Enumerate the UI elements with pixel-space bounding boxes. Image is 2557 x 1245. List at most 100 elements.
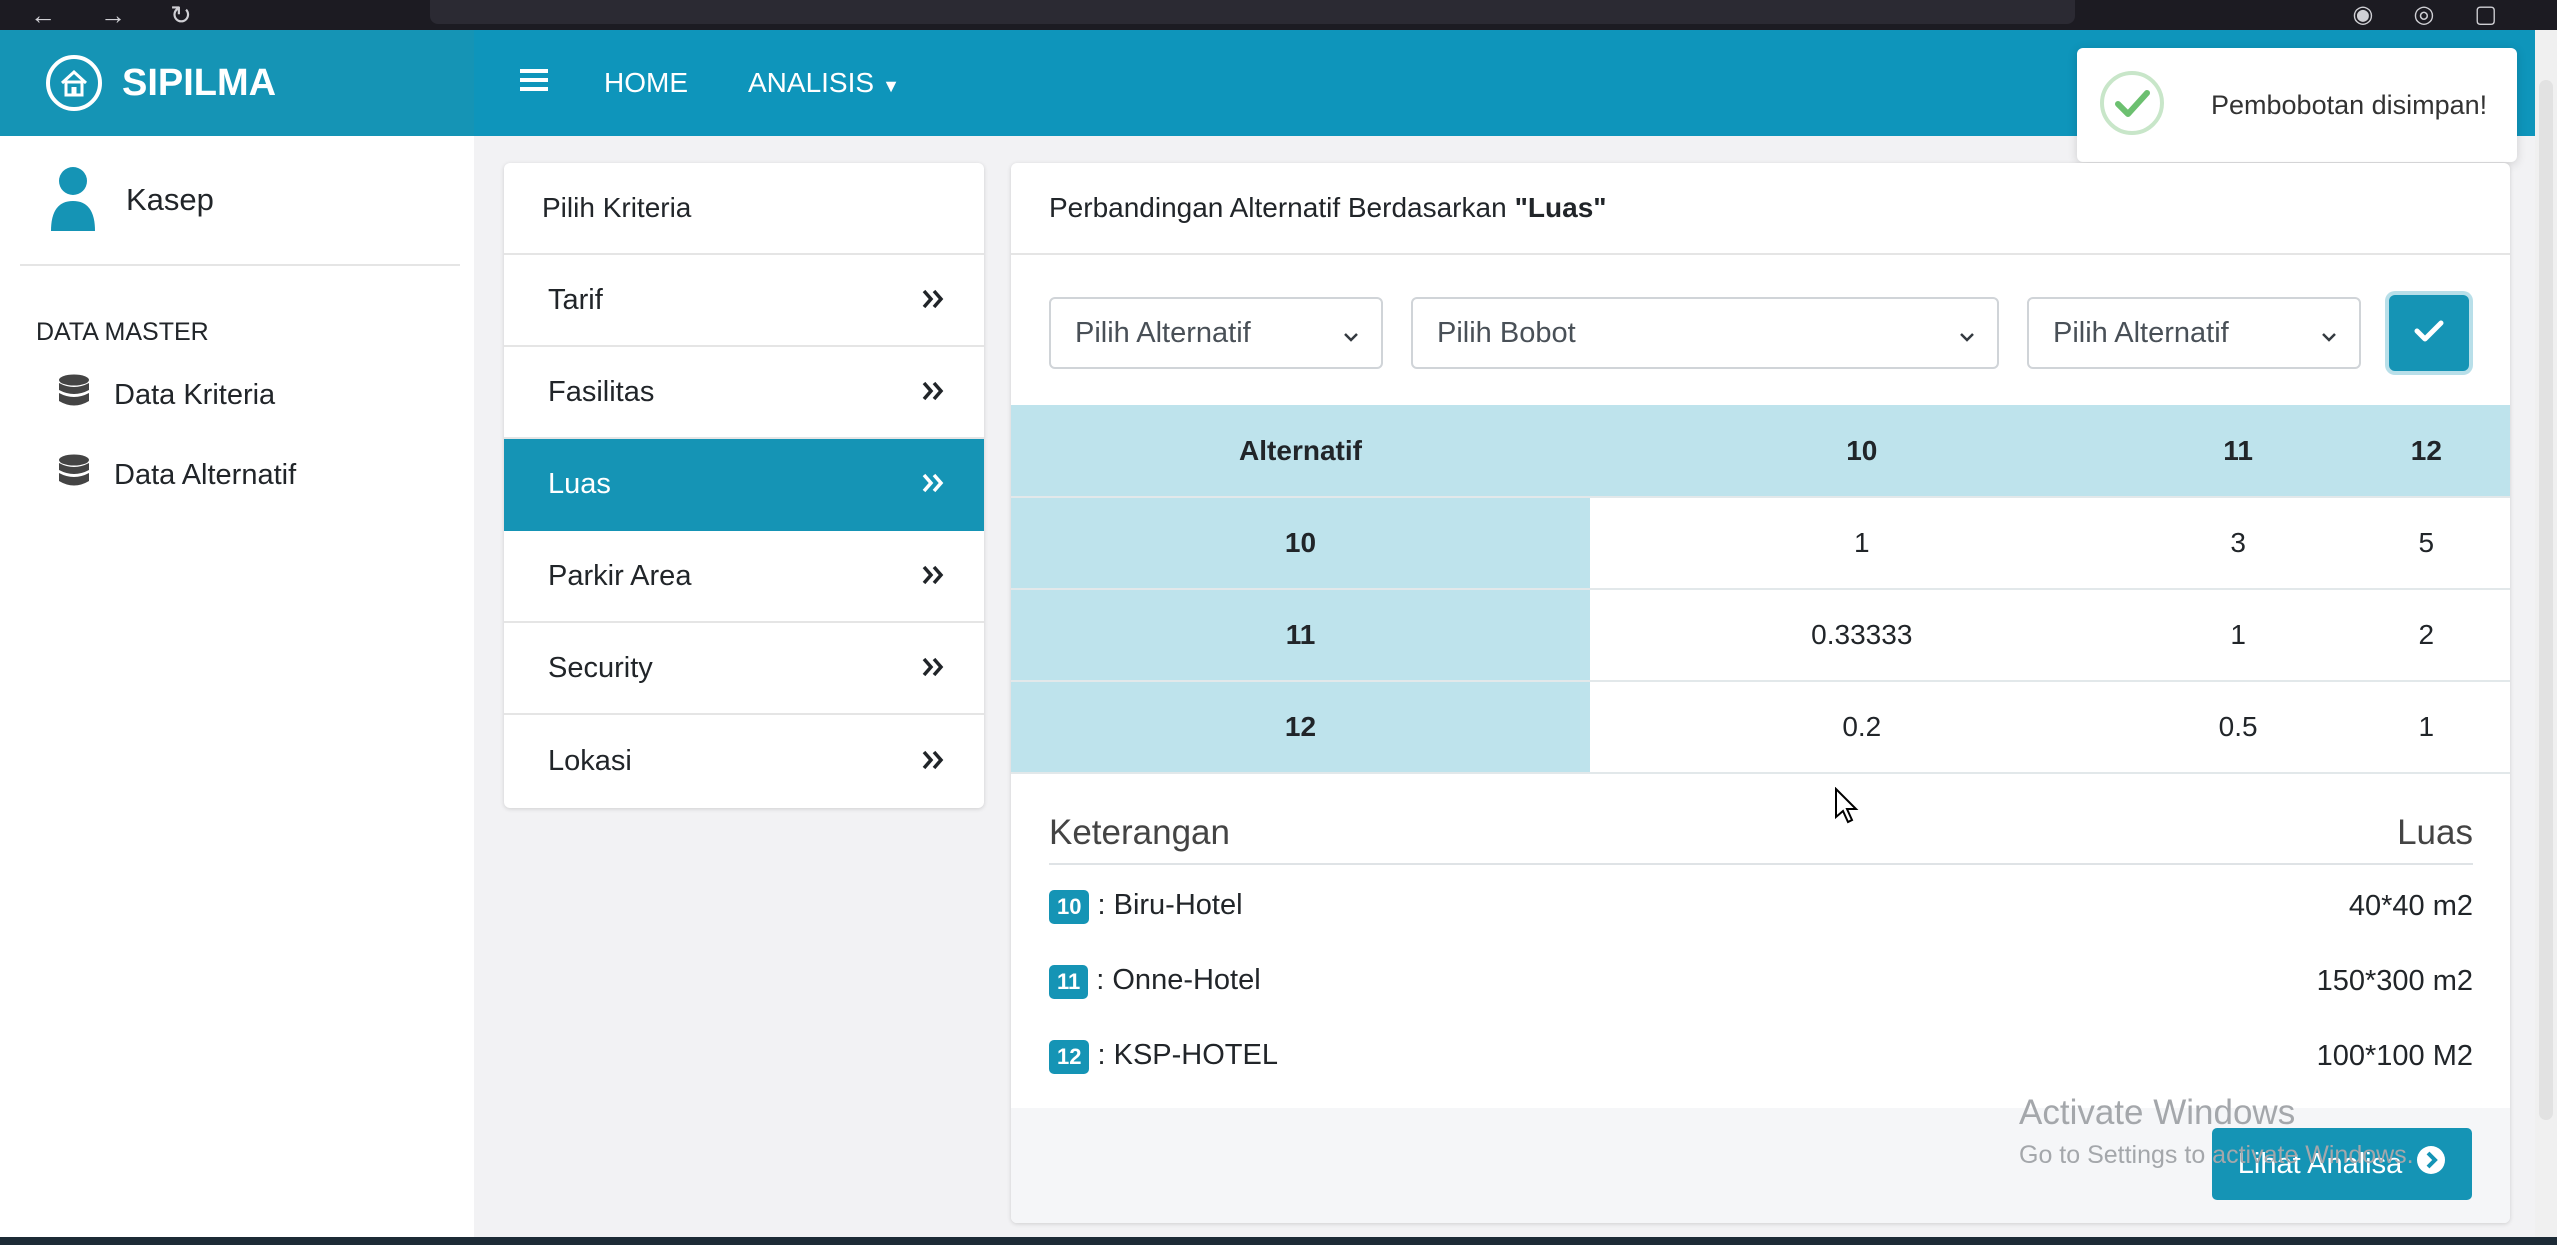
matrix-cell: 0.2 <box>1590 681 2134 774</box>
scrollbar-thumb[interactable] <box>2539 80 2553 1120</box>
chevron-double-right-icon <box>922 468 944 501</box>
comparison-matrix: Alternatif 10 11 12 10 1 3 5 11 0.33333 … <box>1011 405 2510 774</box>
kriteria-item-security[interactable]: Security <box>504 623 984 715</box>
alternatif-code-badge: 11 <box>1049 965 1089 999</box>
kriteria-item-luas[interactable]: Luas <box>504 439 984 531</box>
chevron-down-icon <box>1343 317 1359 350</box>
kriteria-item-label: Luas <box>548 467 611 500</box>
comparison-form: Pilih Alternatif Pilih Bobot Pilih Alter… <box>1049 295 2469 371</box>
page-scrollbar[interactable] <box>2535 30 2557 1237</box>
select-value: Pilih Bobot <box>1437 316 1576 349</box>
alternatif-name: : Biru-Hotel <box>1097 889 1243 921</box>
settings-icon[interactable]: ◎ <box>2413 0 2434 29</box>
success-toast[interactable]: Pembobotan disimpan! <box>2077 48 2517 162</box>
chevron-double-right-icon <box>922 745 944 778</box>
table-row: 11 0.33333 1 2 <box>1011 589 2510 682</box>
chevron-double-right-icon <box>922 652 944 685</box>
chevron-down-icon <box>1959 317 1975 350</box>
kriteria-item-parkir-area[interactable]: Parkir Area <box>504 531 984 623</box>
select-bobot[interactable]: Pilih Bobot <box>1411 297 1999 369</box>
list-item: 10: Biru-Hotel 40*40 m2 <box>1049 869 2473 944</box>
list-item: 11: Onne-Hotel 150*300 m2 <box>1049 944 2473 1019</box>
nav-home-link[interactable]: HOME <box>604 67 688 99</box>
kriteria-item-label: Security <box>548 651 653 684</box>
watermark-line-2: Go to Settings to activate Windows. <box>2019 1141 2414 1169</box>
address-bar[interactable] <box>430 0 2075 24</box>
kriteria-item-tarif[interactable]: Tarif <box>504 255 984 347</box>
arrow-circle-right-icon <box>2416 1145 2446 1183</box>
kriteria-card: Pilih Kriteria Tarif Fasilitas Luas Park… <box>504 163 984 808</box>
kriteria-item-lokasi[interactable]: Lokasi <box>504 715 984 807</box>
database-icon <box>58 374 90 416</box>
reload-icon[interactable]: ↻ <box>170 0 192 31</box>
table-row: 10 1 3 5 <box>1011 497 2510 590</box>
alternatif-value: 150*300 m2 <box>2316 965 2473 997</box>
select-alternatif-1[interactable]: Pilih Alternatif <box>1049 297 1383 369</box>
matrix-cell: 1 <box>2342 681 2510 774</box>
list-item: 12: KSP-HOTEL 100*100 M2 <box>1049 1019 2473 1094</box>
kriteria-item-label: Parkir Area <box>548 559 692 592</box>
nav-analisis-label: ANALISIS <box>748 67 875 98</box>
sidebar-item-label: Data Alternatif <box>114 458 297 491</box>
alternatif-code-badge: 10 <box>1049 890 1090 924</box>
kriteria-item-label: Lokasi <box>548 744 632 777</box>
hamburger-icon[interactable] <box>520 67 548 99</box>
alternatif-code-badge: 12 <box>1049 1040 1090 1074</box>
kriteria-item-label: Fasilitas <box>548 375 655 408</box>
alternatif-name: : Onne-Hotel <box>1096 964 1261 996</box>
keterangan-name-wrap: 12: KSP-HOTEL <box>1049 1039 1278 1074</box>
menu-icon[interactable]: ▢ <box>2474 0 2497 29</box>
select-value: Pilih Alternatif <box>2053 316 2229 349</box>
keterangan-name-wrap: 11: Onne-Hotel <box>1049 964 1261 999</box>
home-icon <box>46 55 102 111</box>
keterangan-section: Keterangan Luas 10: Biru-Hotel 40*40 m2 … <box>1049 813 2473 1094</box>
brand[interactable]: SIPILMA <box>0 30 474 136</box>
mouse-cursor-icon <box>1834 786 1860 830</box>
kriteria-item-label: Tarif <box>548 283 603 316</box>
select-value: Pilih Alternatif <box>1075 316 1251 349</box>
kriteria-item-fasilitas[interactable]: Fasilitas <box>504 347 984 439</box>
caret-down-icon: ▼ <box>882 76 900 96</box>
watermark-line-1: Activate Windows <box>2019 1093 2296 1132</box>
matrix-row-header: 10 <box>1011 497 1590 590</box>
browser-nav: ← → ↻ <box>30 0 192 31</box>
toast-message: Pembobotan disimpan! <box>2211 89 2488 120</box>
os-taskbar <box>0 1237 2557 1245</box>
comparison-card: Perbandingan Alternatif Berdasarkan "Lua… <box>1011 163 2510 1223</box>
chevron-double-right-icon <box>922 560 944 593</box>
brand-name: SIPILMA <box>122 61 277 104</box>
chevron-double-right-icon <box>922 284 944 317</box>
sidebar-item-data-alternatif[interactable]: Data Alternatif <box>0 435 474 515</box>
comparison-card-header: Perbandingan Alternatif Berdasarkan "Lua… <box>1011 163 2510 255</box>
matrix-cell: 0.33333 <box>1590 589 2134 682</box>
matrix-cell: 0.5 <box>2133 681 2343 774</box>
account-icon[interactable]: ◉ <box>2352 0 2373 29</box>
sidebar-item-label: Data Kriteria <box>114 378 276 411</box>
submit-comparison-button[interactable] <box>2389 295 2469 371</box>
success-check-icon <box>2097 68 2167 143</box>
comparison-criterion: "Luas" <box>1514 192 1607 223</box>
user-panel[interactable]: Kasep <box>20 136 460 266</box>
sidebar-item-data-kriteria[interactable]: Data Kriteria <box>0 355 474 435</box>
alternatif-value: 40*40 m2 <box>2348 890 2473 922</box>
chevron-down-icon <box>2321 317 2337 350</box>
matrix-cell: 1 <box>2133 589 2343 682</box>
matrix-column-header: 11 <box>2133 405 2343 498</box>
user-avatar-icon <box>48 165 98 236</box>
database-icon <box>58 454 90 496</box>
select-alternatif-2[interactable]: Pilih Alternatif <box>2027 297 2361 369</box>
forward-icon[interactable]: → <box>100 0 126 31</box>
matrix-row-header: 12 <box>1011 681 1590 774</box>
chevron-double-right-icon <box>922 376 944 409</box>
keterangan-title: Keterangan <box>1049 813 1230 852</box>
matrix-column-header: 12 <box>2342 405 2510 498</box>
matrix-cell: 1 <box>1590 497 2134 590</box>
menu-header: DATA MASTER <box>36 318 209 346</box>
alternatif-value: 100*100 M2 <box>2316 1040 2473 1072</box>
back-icon[interactable]: ← <box>30 0 56 31</box>
nav-analisis-dropdown[interactable]: ANALISIS ▼ <box>748 67 900 99</box>
alternatif-name: : KSP-HOTEL <box>1097 1039 1278 1071</box>
matrix-corner-cell: Alternatif <box>1011 405 1590 498</box>
user-name: Kasep <box>126 182 214 217</box>
matrix-column-header: 10 <box>1590 405 2134 498</box>
